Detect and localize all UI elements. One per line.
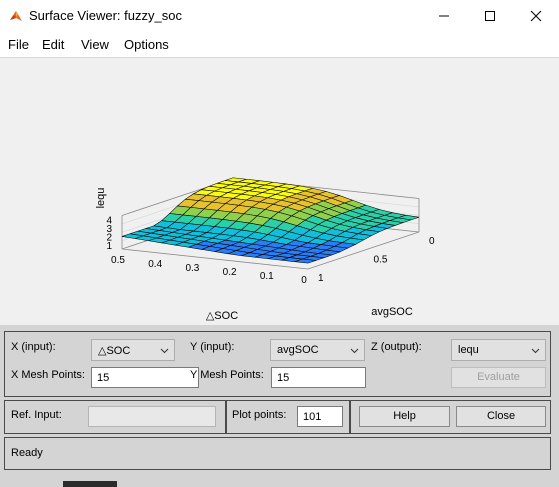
status-bar: Ready — [4, 437, 551, 470]
x-input-value: △SOC — [98, 345, 131, 357]
y-input-value: avgSOC — [277, 344, 319, 356]
y-mesh-label: Y Mesh Points: — [190, 369, 264, 381]
minimize-button[interactable] — [421, 0, 467, 32]
x-input-label: X (input): — [11, 341, 56, 353]
minimize-icon — [439, 15, 449, 17]
close-icon — [530, 10, 542, 22]
control-panel: X (input): △SOC Y (input): avgSOC Z (out… — [0, 325, 559, 487]
y-tick-label: 0 — [429, 236, 435, 247]
ref-input-group: Ref. Input: — [4, 400, 226, 434]
close-window-button[interactable] — [513, 0, 559, 32]
x-tick-label: 0.5 — [111, 255, 125, 266]
chevron-down-icon — [531, 348, 540, 354]
variable-selection-group: X (input): △SOC Y (input): avgSOC Z (out… — [4, 331, 551, 397]
menu-view[interactable]: View — [81, 37, 109, 52]
menu-file[interactable]: File — [8, 37, 29, 52]
x-tick-label: 0.4 — [148, 259, 162, 270]
z-output-label: Z (output): — [371, 341, 422, 353]
menu-options[interactable]: Options — [124, 37, 169, 52]
z-output-value: lequ — [458, 344, 479, 356]
z-output-select[interactable]: lequ — [451, 339, 546, 361]
surface-plot-area[interactable]: 1 2 3 4 0.5 0.4 0.3 0.2 0.1 0 1 0.5 0 lequ △SOC avgSOC — [0, 57, 559, 326]
y-axis-label: avgSOC — [371, 306, 413, 318]
x-mesh-input[interactable]: 15 — [91, 367, 199, 388]
y-tick-label: 0.5 — [374, 255, 388, 266]
x-tick-label: 0.2 — [223, 267, 237, 278]
y-tick-label: 1 — [318, 273, 324, 284]
evaluate-button[interactable]: Evaluate — [451, 367, 546, 388]
surface-plot[interactable]: 12340.5 0.4 0.3 0.2 0.1 0 10.50lequ△SOC avgSOC — [0, 58, 559, 326]
x-input-select[interactable]: △SOC — [91, 339, 175, 361]
x-tick-label: 0 — [301, 275, 307, 286]
button-group: Help Close — [350, 400, 551, 434]
x-axis-label: △SOC — [206, 310, 238, 322]
chevron-down-icon — [160, 348, 169, 354]
z-axis-label: lequ — [95, 188, 107, 209]
ref-input-label: Ref. Input: — [11, 409, 62, 421]
y-input-select[interactable]: avgSOC — [270, 339, 365, 361]
x-tick-label: 0.3 — [185, 263, 199, 274]
taskbar-fragment — [63, 481, 117, 487]
maximize-button[interactable] — [467, 0, 513, 32]
help-button[interactable]: Help — [359, 406, 450, 427]
title-bar: Surface Viewer: fuzzy_soc — [0, 0, 559, 32]
status-text: Ready — [11, 447, 43, 459]
menu-edit[interactable]: Edit — [42, 37, 64, 52]
x-tick-label: 0.1 — [260, 271, 274, 282]
maximize-icon — [485, 11, 495, 21]
menu-bar: File Edit View Options — [0, 32, 559, 56]
matlab-app-icon — [10, 11, 22, 21]
chevron-down-icon — [350, 348, 359, 354]
y-input-label: Y (input): — [190, 341, 235, 353]
plot-points-label: Plot points: — [232, 409, 287, 421]
plot-points-input[interactable]: 101 — [297, 406, 343, 427]
z-tick-label: 4 — [106, 216, 112, 227]
y-mesh-input[interactable]: 15 — [271, 367, 366, 388]
plot-points-group: Plot points: 101 — [226, 400, 350, 434]
x-mesh-label: X Mesh Points: — [11, 369, 85, 381]
window-title: Surface Viewer: fuzzy_soc — [29, 8, 182, 23]
ref-input-field[interactable] — [88, 406, 216, 427]
close-button[interactable]: Close — [456, 406, 546, 427]
